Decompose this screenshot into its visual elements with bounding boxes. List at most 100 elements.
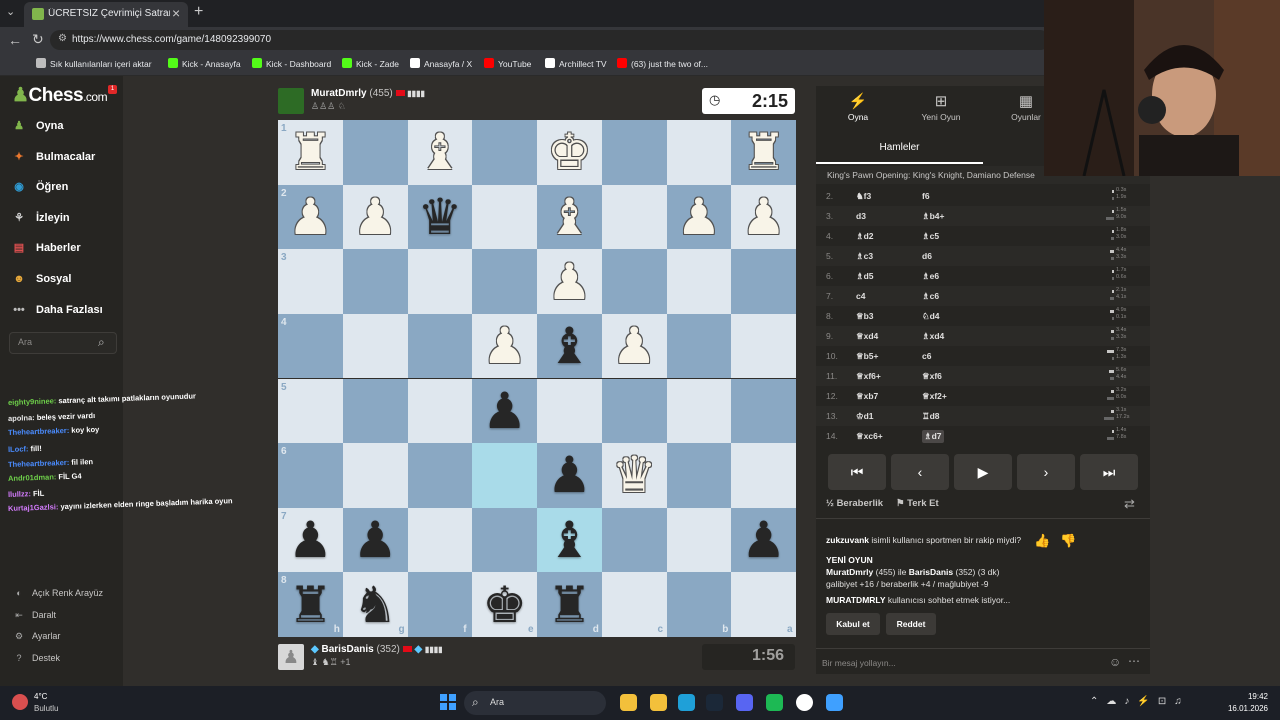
reload-icon[interactable]: ↻ [32,31,44,48]
square-e2[interactable] [472,184,537,250]
more-icon[interactable]: ⋯ [1128,654,1140,668]
tab-play[interactable]: ⚡ Oyna [818,92,898,122]
sidebar-item-0[interactable]: ♟ Oyna [10,118,63,138]
player-two[interactable]: BarisDanis [909,567,953,577]
white-move[interactable]: ♕b3 [856,311,874,322]
sidebar-item-5[interactable]: ☻ Sosyal [10,271,71,291]
square-a6[interactable] [731,443,796,508]
square-b5[interactable] [666,378,732,444]
black-move[interactable]: ♘d4 [922,311,940,322]
tab-search-icon[interactable]: ⌄ [6,5,15,18]
avatar[interactable] [278,88,304,114]
black-move[interactable]: ♕xf2+ [922,391,947,402]
back-icon[interactable]: ← [8,32,22,48]
square-f4[interactable] [407,313,473,379]
white-pawn[interactable]: ♟ [278,185,343,250]
square-a4[interactable] [731,313,796,379]
white-rook[interactable]: ♜ [731,120,796,185]
bookmark-item[interactable]: Archillect TV [545,58,607,69]
square-b6[interactable] [666,443,732,508]
square-e6[interactable] [472,443,537,508]
black-pawn[interactable]: ♟ [343,508,408,573]
weather-desc[interactable]: Bulutlu [34,704,58,713]
white-move[interactable]: ♕xd4 [856,331,878,342]
browser-tab[interactable]: ÜCRETSİZ Çevrimiçi Satranç Oyna × [24,2,188,27]
white-pawn[interactable]: ♟ [537,249,602,314]
sidebar-footer-item[interactable]: ◐ Açık Renk Arayüz [12,588,103,598]
chat-input[interactable]: Bir mesaj yollayın... ☺ ⋯ [816,648,1150,675]
white-bishop[interactable]: ♝ [408,120,473,185]
edge-app-icon[interactable] [678,694,695,711]
flip-board-icon[interactable]: ⇄ [1124,496,1135,512]
other-app-icon[interactable] [826,694,843,711]
bookmark-item[interactable]: (63) just the two of... [617,58,708,69]
black-rook[interactable]: ♜ [278,572,343,637]
accept-button[interactable]: Kabul et [826,613,880,635]
square-e1[interactable] [472,120,537,185]
chess-board[interactable]: 1 2 3 4 5 6 7 8 h g f e d c b a ♜ ♝ ♚ ♜ ♟ ♟ ♛ ♝ ♟ ♟ ♟ ♟ ♝ ♟ ♟ ♟ ♛ ♟ ♟ ♝ ♟ ♜ ♞ ♚… [278,120,796,637]
new-tab-icon[interactable]: + [194,3,203,21]
square-g4[interactable] [342,313,408,379]
square-g1[interactable] [342,120,408,185]
player-name[interactable]: ◆ BarisDanis (352) ◆ ▮▮▮▮ [311,644,443,655]
white-move[interactable]: d3 [856,211,866,221]
white-move[interactable]: ♗d5 [856,271,874,282]
white-move[interactable]: ♗d2 [856,231,874,242]
white-move[interactable]: ♕b5+ [856,351,879,362]
black-move[interactable]: ♗c5 [922,231,939,242]
player-one[interactable]: MuratDmrly [826,567,873,577]
black-pawn[interactable]: ♟ [472,379,537,444]
square-g3[interactable] [342,249,408,314]
white-move[interactable]: ♗c3 [856,251,873,262]
next-move-button[interactable]: › [1017,454,1075,490]
sidebar-footer-item[interactable]: ⚙ Ayarlar [12,631,60,642]
square-f7[interactable] [407,507,473,573]
black-rook[interactable]: ♜ [537,572,602,637]
play-button[interactable]: ▶ [954,454,1012,490]
black-pawn[interactable]: ♟ [278,508,343,573]
system-tray-icons[interactable]: ⌃☁♪⚡⊡♫ [1090,696,1190,707]
square-f5[interactable] [407,378,473,444]
sidebar-footer-item[interactable]: ? Destek [12,653,60,663]
square-b7[interactable] [666,507,732,573]
site-info-icon[interactable]: ⚙ [58,33,67,44]
white-pawn[interactable]: ♟ [667,185,732,250]
black-move[interactable]: f6 [922,191,930,201]
bookmark-item[interactable]: Sık kullanılanları içeri aktar [36,58,152,69]
square-a5[interactable] [731,378,796,444]
chat-username[interactable]: zukzuvank [826,535,869,545]
weather-icon[interactable] [12,694,28,710]
clock-date[interactable]: 16.01.2026 [1216,704,1268,713]
player-name[interactable]: MuratDmrly (455) ▮▮▮▮ [311,88,425,99]
spotify-app-icon[interactable] [766,694,783,711]
square-h5[interactable] [278,378,343,444]
black-move[interactable]: ♖d8 [922,411,940,422]
black-move[interactable]: d6 [922,251,932,261]
white-move[interactable]: ♕xf6+ [856,371,881,382]
previous-move-button[interactable]: ‹ [891,454,949,490]
white-queen[interactable]: ♛ [602,443,667,508]
square-c3[interactable] [601,249,667,314]
square-g6[interactable] [342,443,408,508]
tab-new-game[interactable]: ⊞ Yeni Oyun [901,92,981,122]
square-e7[interactable] [472,507,537,573]
emoji-icon[interactable]: ☺ [1109,655,1121,669]
white-king[interactable]: ♚ [537,120,602,185]
sidebar-footer-item[interactable]: ⇤ Daralt [12,610,56,621]
draw-button[interactable]: ½ Beraberlik [826,498,883,509]
square-b4[interactable] [666,313,732,379]
taskbar-search[interactable]: ⌕ Ara [464,691,606,715]
white-move[interactable]: ♕xb7 [856,391,878,402]
sidebar-item-2[interactable]: ◉ Öğren [10,179,68,199]
sidebar-item-4[interactable]: ▤ Haberler [10,240,81,260]
black-pawn[interactable]: ♟ [537,443,602,508]
square-c7[interactable] [601,507,667,573]
sidebar-item-1[interactable]: ✦ Bulmacalar [10,149,95,169]
thumbs-up-icon[interactable]: 👍 [1034,533,1050,549]
black-move[interactable]: c6 [922,351,931,361]
black-queen[interactable]: ♛ [408,185,473,250]
square-h3[interactable] [278,249,343,314]
square-c2[interactable] [601,184,667,250]
sidebar-item-3[interactable]: ⚘ İzleyin [10,210,70,230]
white-rook[interactable]: ♜ [278,120,343,185]
